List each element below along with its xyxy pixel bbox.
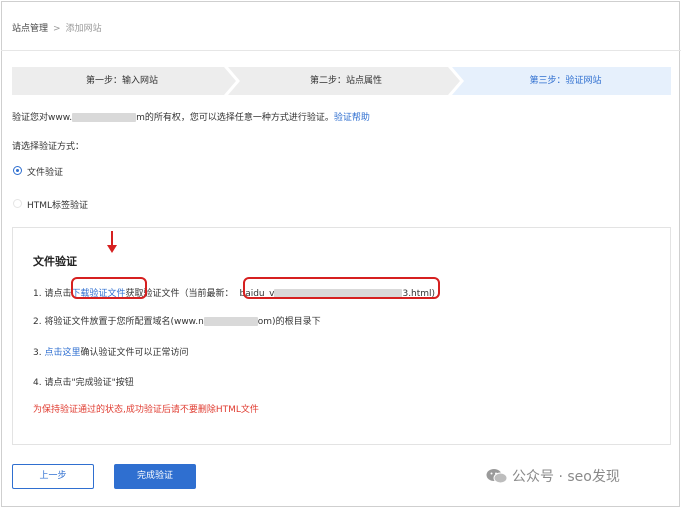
watermark: 公众号 · seo发现 <box>486 466 620 486</box>
file-verify-label[interactable]: 文件验证 <box>27 165 63 178</box>
panel-title: 文件验证 <box>33 255 77 268</box>
choose-method-label: 请选择验证方式： <box>12 142 85 152</box>
step-3-label: 第三步：验证网站 <box>529 76 602 86</box>
header-divider <box>1 50 681 51</box>
intro-text: 验证您对www. m的所有权，您可以选择任意一种方式进行验证。验证帮助 <box>12 110 370 123</box>
step4-text: 4. 请点击"完成验证"按钮 <box>33 378 134 388</box>
domain-redaction <box>72 113 137 122</box>
step2-text: 2. 将验证文件放置于您所配置域名(www.n om)的根目录下 <box>33 314 321 327</box>
step-1-label: 第一步：输入网站 <box>85 76 158 86</box>
click-here-link[interactable]: 点击这里 <box>44 348 80 358</box>
step1-prefix: 1. 请点击 <box>33 289 72 299</box>
html-tag-verify-radio[interactable] <box>13 199 22 208</box>
step3-prefix: 3. <box>33 348 45 358</box>
download-link-highlight <box>71 277 147 299</box>
breadcrumb: 站点管理 > 添加网站 <box>12 21 102 34</box>
domain-redaction-2 <box>203 317 258 326</box>
step-indicator: 第一步：输入网站 第二步：站点属性 第三步：验证网站 <box>12 67 671 95</box>
filename-highlight <box>243 277 440 299</box>
prev-step-button[interactable]: 上一步 <box>12 464 94 489</box>
wechat-icon <box>486 469 508 484</box>
annotation-arrow-head <box>107 245 117 253</box>
intro-after: m的所有权，您可以选择任意一种方式进行验证。 <box>136 113 334 123</box>
step-2-label: 第二步：站点属性 <box>309 76 382 86</box>
verify-help-link[interactable]: 验证帮助 <box>334 113 370 123</box>
breadcrumb-root[interactable]: 站点管理 <box>12 24 48 34</box>
watermark-text: 公众号 · seo发现 <box>512 469 620 485</box>
breadcrumb-separator: > <box>53 24 61 34</box>
breadcrumb-current: 添加网站 <box>65 24 102 34</box>
warning-text: 为保持验证通过的状态,成功验证后请不要删除HTML文件 <box>33 405 259 415</box>
complete-verify-button[interactable]: 完成验证 <box>114 464 196 489</box>
intro-before: 验证您对www. <box>12 113 73 123</box>
step3-after: 确认验证文件可以正常访问 <box>80 348 189 358</box>
file-verify-radio[interactable] <box>13 166 22 175</box>
step3-text: 3. 点击这里确认验证文件可以正常访问 <box>33 345 188 358</box>
html-tag-verify-label[interactable]: HTML标签验证 <box>27 198 88 211</box>
step2-before: 2. 将验证文件放置于您所配置域名(www.n <box>33 317 204 327</box>
step2-after: om)的根目录下 <box>257 317 321 327</box>
